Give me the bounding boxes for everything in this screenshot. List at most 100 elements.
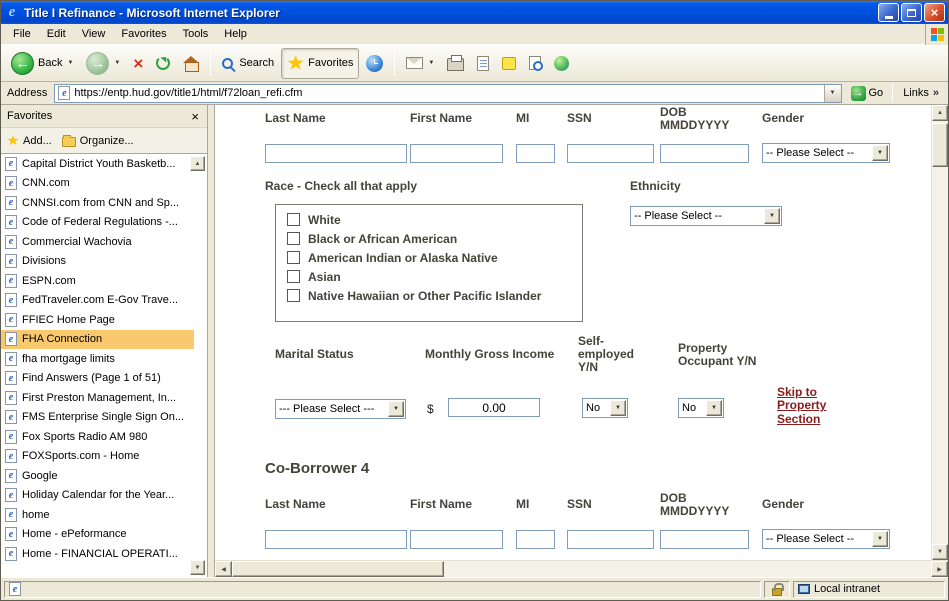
history-button[interactable] [360, 48, 389, 79]
ie-page-icon: e [5, 391, 17, 405]
self-employed-select[interactable]: No ▼ [582, 398, 628, 418]
mail-button[interactable]: ▼ [400, 48, 440, 79]
research-button[interactable] [523, 48, 547, 79]
favorites-scroll-up-button[interactable]: ▲ [190, 156, 205, 171]
favorite-item[interactable]: e Fox Sports Radio AM 980 [1, 427, 194, 447]
favorite-item[interactable]: e Code of Federal Regulations -... [1, 213, 194, 233]
favorite-item[interactable]: e Home - FINANCIAL OPERATI... [1, 544, 194, 564]
favorite-item[interactable]: e CNN.com [1, 174, 194, 194]
ie-page-icon: e [5, 235, 17, 249]
discuss-button[interactable] [496, 48, 522, 79]
last-name-input[interactable] [265, 144, 407, 163]
favorite-item[interactable]: e FedTraveler.com E-Gov Trave... [1, 291, 194, 311]
favorite-item[interactable]: e Capital District Youth Basketb... [1, 154, 194, 174]
search-button[interactable]: Search [216, 48, 280, 79]
scroll-right-button[interactable]: ▶ [931, 561, 948, 577]
favorite-item[interactable]: e Holiday Calendar for the Year... [1, 486, 194, 506]
go-button[interactable]: → Go [846, 85, 889, 102]
monthly-income-input[interactable] [448, 398, 540, 417]
address-dropdown-icon[interactable]: ▼ [824, 85, 841, 102]
print-button[interactable] [441, 48, 470, 79]
marital-status-select[interactable]: --- Please Select --- ▼ [275, 399, 406, 419]
favorites-close-icon[interactable]: × [189, 110, 201, 123]
first-name-input[interactable] [410, 530, 503, 549]
favorite-item[interactable]: e fha mortgage limits [1, 349, 194, 369]
vertical-scrollbar[interactable]: ▲ ▼ [931, 105, 948, 560]
skip-to-property-link[interactable]: Skip to Property Section [777, 386, 845, 426]
panel-splitter[interactable] [208, 105, 215, 577]
favorite-item[interactable]: e Find Answers (Page 1 of 51) [1, 369, 194, 389]
race-option-label: American Indian or Alaska Native [308, 251, 498, 265]
favorites-label: Favorites [308, 57, 353, 69]
links-button[interactable]: Links » [897, 87, 945, 99]
messenger-button[interactable] [548, 48, 575, 79]
favorites-button[interactable]: Favorites [281, 48, 359, 79]
mail-dropdown-icon[interactable]: ▼ [428, 60, 434, 66]
favorite-item[interactable]: e FMS Enterprise Single Sign On... [1, 408, 194, 428]
favorite-item[interactable]: e Divisions [1, 252, 194, 272]
ethnicity-label: Ethnicity [630, 180, 681, 193]
gender-select[interactable]: -- Please Select -- ▼ [762, 529, 890, 549]
favorites-scroll-down-button[interactable]: ▼ [190, 560, 205, 575]
minimize-button[interactable] [878, 3, 899, 22]
vertical-scrollbar-track[interactable] [932, 167, 948, 544]
back-dropdown-icon[interactable]: ▼ [67, 60, 73, 66]
home-button[interactable] [177, 48, 205, 79]
back-button[interactable]: ← Back ▼ [5, 48, 79, 79]
race-checkbox[interactable] [287, 270, 300, 283]
forward-button[interactable]: → ▼ [80, 48, 126, 79]
vertical-scrollbar-thumb[interactable] [932, 123, 948, 167]
race-checkbox[interactable] [287, 232, 300, 245]
favorite-item[interactable]: e ESPN.com [1, 271, 194, 291]
add-favorite-button[interactable]: Add... [7, 135, 52, 147]
favorite-item[interactable]: e FFIEC Home Page [1, 310, 194, 330]
maximize-button[interactable] [901, 3, 922, 22]
horizontal-scrollbar-track[interactable] [444, 561, 931, 577]
ie-page-icon: e [5, 293, 17, 307]
favorite-item[interactable]: e home [1, 505, 194, 525]
favorite-item[interactable]: e FHA Connection [1, 330, 194, 350]
favorite-item[interactable]: e CNNSI.com from CNN and Sp... [1, 193, 194, 213]
favorite-item[interactable]: e Commercial Wachovia [1, 232, 194, 252]
favorite-item[interactable]: e Google [1, 466, 194, 486]
menu-item-favorites[interactable]: Favorites [113, 25, 174, 43]
scroll-up-button[interactable]: ▲ [932, 105, 948, 121]
race-checkbox[interactable] [287, 289, 300, 302]
dob-input[interactable] [660, 144, 749, 163]
ssn-input[interactable] [567, 144, 654, 163]
mi-input[interactable] [516, 144, 555, 163]
menu-item-view[interactable]: View [74, 25, 114, 43]
horizontal-scrollbar[interactable]: ◀ ▶ [215, 560, 948, 577]
edit-button[interactable] [471, 48, 495, 79]
gender-select[interactable]: -- Please Select -- ▼ [762, 143, 890, 163]
dob-input[interactable] [660, 530, 749, 549]
refresh-button[interactable] [150, 48, 176, 79]
ssn-input[interactable] [567, 530, 654, 549]
menu-item-tools[interactable]: Tools [175, 25, 217, 43]
scroll-left-button[interactable]: ◀ [215, 561, 232, 577]
scroll-down-button[interactable]: ▼ [932, 544, 948, 560]
menu-item-edit[interactable]: Edit [39, 25, 74, 43]
race-checkbox[interactable] [287, 213, 300, 226]
ethnicity-select[interactable]: -- Please Select -- ▼ [630, 206, 782, 226]
stop-button[interactable]: × [127, 48, 149, 79]
horizontal-scrollbar-thumb[interactable] [232, 561, 444, 577]
favorite-item[interactable]: e First Preston Management, In... [1, 388, 194, 408]
forward-dropdown-icon[interactable]: ▼ [114, 60, 120, 66]
race-checkbox[interactable] [287, 251, 300, 264]
status-message-section: e [4, 581, 761, 598]
organize-favorites-label: Organize... [80, 135, 134, 147]
ie-page-icon: e [5, 196, 17, 210]
mi-input[interactable] [516, 530, 555, 549]
organize-favorites-button[interactable]: Organize... [62, 135, 134, 147]
property-occupant-select[interactable]: No ▼ [678, 398, 724, 418]
last-name-input[interactable] [265, 530, 407, 549]
close-button[interactable]: × [924, 3, 945, 22]
first-name-input[interactable] [410, 144, 503, 163]
favorite-item[interactable]: e Home - ePeformance [1, 525, 194, 545]
favorite-item-label: FOXSports.com - Home [22, 450, 139, 462]
menu-item-file[interactable]: File [5, 25, 39, 43]
favorite-item[interactable]: e FOXSports.com - Home [1, 447, 194, 467]
menu-item-help[interactable]: Help [216, 25, 255, 43]
address-input[interactable]: e https://entp.hud.gov/title1/html/f72lo… [54, 84, 841, 103]
